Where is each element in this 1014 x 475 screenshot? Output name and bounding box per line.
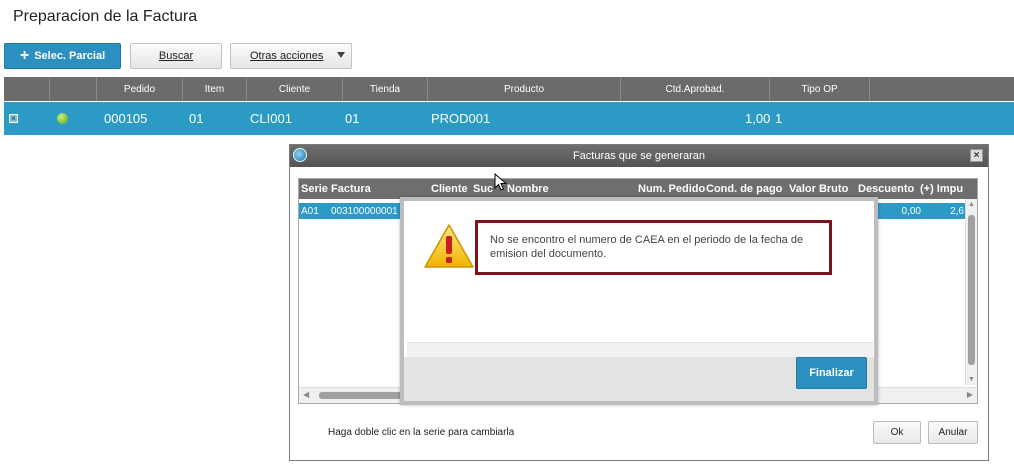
buscar-label: Buscar <box>158 50 194 62</box>
scroll-down-icon[interactable]: ▼ <box>968 376 975 383</box>
cell-descuento: 0,00 <box>901 205 921 217</box>
header-pedido[interactable]: Pedido <box>97 77 183 101</box>
invoice-grid-header: Serie Factura Cliente Suc Nombre Num. Pe… <box>299 179 977 199</box>
cell-impuesto: 2,6 <box>950 205 964 217</box>
header-item[interactable]: Item <box>183 77 247 101</box>
dialog-title: Facturas que se generaran <box>572 150 706 162</box>
status-green-icon <box>57 113 68 124</box>
header-check-col <box>4 77 50 101</box>
anular-button[interactable]: Anular <box>928 421 978 444</box>
cell-ctd-aprobada: 1,00 <box>745 111 771 126</box>
dialog-titlebar[interactable]: Facturas que se generaran × <box>290 145 988 167</box>
alert-dialog: No se encontro el numero de CAEA en el p… <box>400 197 878 405</box>
cell-pedido: 000105 <box>104 111 148 126</box>
header-serie[interactable]: Serie <box>299 179 329 199</box>
header-factura[interactable]: Factura <box>329 179 415 199</box>
alert-message: No se encontro el numero de CAEA en el p… <box>475 220 832 275</box>
selec-parcial-label: Selec. Parcial <box>34 50 106 62</box>
header-nombre[interactable]: Nombre <box>505 179 625 199</box>
header-cliente[interactable]: Cliente <box>247 77 343 101</box>
cell-producto: PROD001 <box>431 111 491 126</box>
selec-parcial-button[interactable]: + Selec. Parcial <box>4 43 121 69</box>
header-num-pedido[interactable]: Num. Pedido <box>636 179 706 199</box>
header-descuento[interactable]: Descuento <box>856 179 920 199</box>
scroll-up-icon[interactable]: ▲ <box>968 201 975 208</box>
cell-factura: 003100000001 <box>331 205 398 217</box>
ok-button[interactable]: Ok <box>873 421 921 444</box>
header-cliente[interactable]: Cliente <box>429 179 473 199</box>
page-title: Preparacion de la Factura <box>13 8 198 25</box>
caret-down-icon <box>337 52 345 58</box>
scroll-right-icon[interactable]: ▶ <box>967 390 973 399</box>
header-impuesto[interactable]: (+) Impu <box>918 179 967 199</box>
cell-tipo-op: 1 <box>775 111 783 126</box>
close-icon[interactable]: × <box>970 149 983 162</box>
cell-serie[interactable]: A01 <box>299 203 329 219</box>
header-valor-bruto[interactable]: Valor Bruto <box>787 179 857 199</box>
vertical-scrollbar[interactable]: ▲ ▼ <box>965 199 977 385</box>
cell-tienda: 01 <box>345 111 360 126</box>
scroll-left-icon[interactable]: ◀ <box>303 390 309 399</box>
header-tienda[interactable]: Tienda <box>343 77 428 101</box>
plus-icon: + <box>19 47 30 64</box>
alert-footer: Finalizar <box>404 357 874 401</box>
alert-divider <box>407 342 873 357</box>
header-cond-pago[interactable]: Cond. de pago <box>704 179 788 199</box>
main-grid-header: Pedido Item Cliente Tienda Producto Ctd.… <box>4 77 1014 101</box>
row-checkbox[interactable]: × <box>9 114 18 123</box>
cell-cliente: CLI001 <box>250 111 292 126</box>
warning-icon <box>424 224 474 268</box>
otras-acciones-label: Otras acciones <box>250 50 324 62</box>
header-tipo-op[interactable]: Tipo OP <box>770 77 870 101</box>
header-ctd-aprobada[interactable]: Ctd.Aprobad. <box>621 77 770 101</box>
header-producto[interactable]: Producto <box>428 77 621 101</box>
hint-text: Haga doble clic en la serie para cambiar… <box>328 427 515 438</box>
mouse-cursor-icon <box>494 173 508 191</box>
header-status-col <box>50 77 97 101</box>
cell-item: 01 <box>189 111 204 126</box>
buscar-button[interactable]: Buscar <box>130 43 222 69</box>
otras-acciones-button[interactable]: Otras acciones <box>230 43 352 69</box>
app-icon <box>293 148 307 162</box>
table-row[interactable]: × 000105 01 CLI001 01 PROD001 1,00 1 <box>4 102 1014 135</box>
scroll-thumb[interactable] <box>968 215 975 365</box>
finalizar-button[interactable]: Finalizar <box>796 357 867 389</box>
